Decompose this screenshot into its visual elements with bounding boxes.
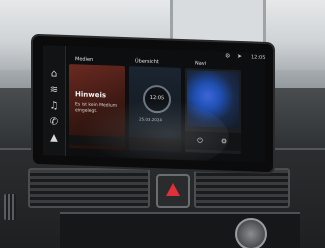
phone-icon[interactable]: ✆ <box>47 115 61 129</box>
status-bar: ⚙ ➤ 12:05 <box>65 46 265 63</box>
arrow-icon: ➤ <box>237 52 243 61</box>
music-icon[interactable]: ♫ <box>47 99 61 113</box>
media-title: Hinweis <box>75 90 107 100</box>
car-interior-photo: ⌂ ≋ ♫ ✆ ▲ ⚙ ➤ 12:05 Medien Übersicht Nav… <box>0 0 325 248</box>
side-vent <box>4 194 16 220</box>
hazard-icon <box>166 183 180 196</box>
air-vent-left <box>28 168 150 208</box>
nav-icon[interactable]: ▲ <box>47 131 61 145</box>
air-vent-right <box>194 168 290 208</box>
screen: ⌂ ≋ ♫ ✆ ▲ ⚙ ➤ 12:05 Medien Übersicht Nav… <box>43 45 265 163</box>
volume-knob[interactable] <box>235 218 267 248</box>
status-time: 12:05 <box>251 54 265 61</box>
infotainment-display: ⌂ ≋ ♫ ✆ ▲ ⚙ ➤ 12:05 Medien Übersicht Nav… <box>33 35 273 173</box>
home-icon[interactable]: ⌂ <box>47 67 61 81</box>
gear-icon[interactable]: ⚙ <box>225 52 230 62</box>
tile-label-media: Medien <box>75 56 94 63</box>
media-icon[interactable]: ≋ <box>47 83 61 97</box>
tile-label-overview: Übersicht <box>135 58 159 66</box>
left-rail: ⌂ ≋ ♫ ✆ ▲ <box>43 45 66 156</box>
tile-label-navigation: Navi <box>195 60 207 67</box>
hazard-button[interactable] <box>156 174 190 208</box>
